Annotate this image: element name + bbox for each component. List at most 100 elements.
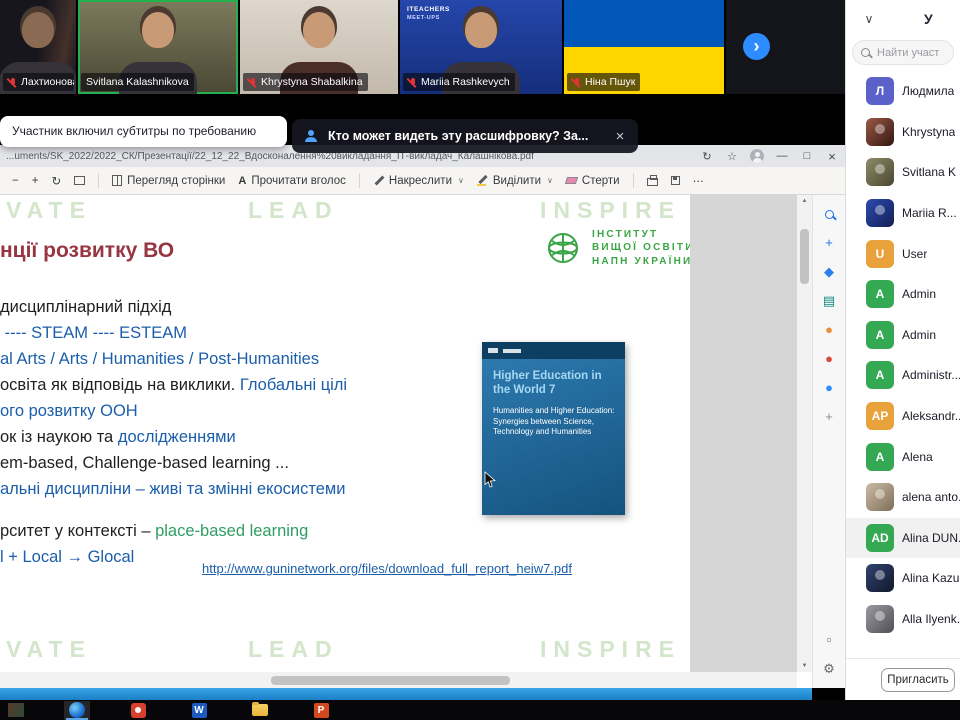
red-app-icon[interactable]: [125, 701, 151, 720]
maximize-button[interactable]: □: [800, 150, 814, 162]
next-participants-button[interactable]: ›: [743, 33, 770, 60]
print-button[interactable]: [647, 175, 658, 186]
zoom-in-button[interactable]: +: [32, 175, 39, 187]
app-thumbnail-icon[interactable]: [3, 701, 29, 720]
read-aloud-button[interactable]: A Прочитати вголос: [238, 175, 346, 187]
zoom-out-button[interactable]: −: [12, 175, 19, 187]
scroll-down-icon[interactable]: ▼: [802, 660, 808, 672]
draw-button[interactable]: Накреслити ∨: [373, 175, 464, 187]
logo-text: ІНСТИТУТВИЩОЇ ОСВІТИНАПН УКРАЇНИ: [592, 228, 690, 269]
book-title: Higher Education in the World 7: [493, 369, 615, 397]
notebook-icon[interactable]: ▤: [820, 292, 838, 310]
games-icon[interactable]: ●: [820, 350, 838, 368]
powerpoint-icon[interactable]: P: [308, 701, 334, 720]
close-button[interactable]: ×: [825, 149, 839, 164]
browser-tools-icon[interactable]: ●: [820, 379, 838, 397]
watermark-text: VATE: [6, 197, 92, 224]
mouse-cursor: [484, 471, 496, 488]
customize-panel-icon[interactable]: ▫: [820, 631, 838, 649]
participant-row[interactable]: UUser: [846, 233, 960, 274]
participant-row[interactable]: Alina Kazu...: [846, 558, 960, 599]
invite-button[interactable]: Пригласить: [881, 668, 955, 692]
participant-row[interactable]: ADAlina DUN...: [846, 518, 960, 559]
participant-name: Mariia R...: [902, 206, 957, 220]
rotate-button[interactable]: ↻: [51, 174, 61, 188]
participant-name-label: Mariia Rashkevych: [403, 73, 515, 91]
scrollbar-thumb[interactable]: [800, 229, 809, 284]
scroll-up-icon[interactable]: ▲: [802, 195, 808, 207]
video-strip: Лахтионова Svitlana Kalashnikova Khrystyna…: [0, 0, 845, 94]
tooltip-close-icon[interactable]: ×: [612, 128, 628, 145]
participant-search[interactable]: [852, 40, 954, 65]
participant-row[interactable]: Svitlana K: [846, 152, 960, 193]
tooltip-text: Кто может видеть эту расшифровку? За...: [328, 129, 588, 143]
participant-avatar: A: [866, 443, 894, 471]
participant-row[interactable]: alena anto...: [846, 477, 960, 518]
erase-button[interactable]: Стерти: [566, 175, 620, 187]
participant-name: Alena: [902, 450, 933, 464]
scrollbar-thumb[interactable]: [271, 676, 510, 685]
edge-browser-icon[interactable]: [64, 701, 90, 720]
settings-gear-icon[interactable]: ⚙: [820, 660, 838, 678]
report-link[interactable]: http://www.guninetwork.org/files/downloa…: [202, 561, 572, 576]
taskbar: WP: [0, 700, 960, 720]
page-view-button[interactable]: Перегляд сторінки: [112, 175, 225, 187]
word-icon[interactable]: W: [186, 701, 212, 720]
participant-row[interactable]: APAleksandr...: [846, 396, 960, 437]
save-button[interactable]: [671, 176, 680, 185]
participant-row[interactable]: Alla Ilyenk...: [846, 599, 960, 640]
participant-avatar: [866, 605, 894, 633]
refresh-icon[interactable]: ↻: [700, 150, 714, 163]
file-explorer-icon[interactable]: [247, 701, 273, 720]
bing-diamond-icon[interactable]: ◆: [820, 263, 838, 281]
participant-row[interactable]: AAdmin: [846, 315, 960, 356]
favorite-star-icon[interactable]: ☆: [725, 150, 739, 163]
search-input[interactable]: [875, 46, 945, 60]
participant-avatar: U: [866, 240, 894, 268]
shopping-icon[interactable]: ●: [820, 321, 838, 339]
slide-text-line: ---- STEAM ---- ESTEAM: [0, 320, 480, 346]
participant-name: Khrystyna: [902, 125, 955, 139]
logo-line: НАПН УКРАЇНИ: [592, 255, 690, 269]
minimize-button[interactable]: —: [775, 150, 789, 162]
participant-name: Administr...: [902, 368, 960, 382]
slide-text-line: освіта як відповідь на виклики. Глобальн…: [0, 372, 480, 398]
toolbar-divider: [359, 173, 360, 188]
slide-body: дисциплінарний підхід ---- STEAM ---- ES…: [0, 294, 480, 570]
collapse-chevron-icon[interactable]: ∨: [858, 9, 880, 29]
participant-row[interactable]: ЛЛюдмила: [846, 71, 960, 112]
vertical-scrollbar[interactable]: ▲ ▼: [797, 195, 812, 672]
participant-row[interactable]: Mariia R...: [846, 193, 960, 234]
pen-icon: [373, 175, 384, 186]
participant-name: Svitlana K: [902, 165, 956, 179]
search-icon: [825, 210, 834, 219]
participant-row[interactable]: AAdministr...: [846, 355, 960, 396]
video-tile[interactable]: Svitlana Kalashnikova: [78, 0, 238, 94]
video-tile[interactable]: Khrystyna Shabalkina: [240, 0, 398, 94]
profile-icon[interactable]: [750, 149, 764, 163]
fit-page-button[interactable]: [74, 176, 85, 185]
participant-name-label: Ніна Пшук: [567, 73, 640, 91]
video-tile[interactable]: ITEACHERSMEET-UPSMariia Rashkevych: [400, 0, 562, 94]
participant-row[interactable]: A Alena: [846, 436, 960, 477]
more-tools-button[interactable]: ⋯: [693, 174, 705, 188]
participant-name: Alina Kazu...: [902, 571, 960, 585]
slide-text-line: al Arts / Arts / Humanities / Post-Human…: [0, 346, 480, 372]
zoom-in-icon: +: [32, 175, 39, 187]
institute-logo: ІНСТИТУТВИЩОЇ ОСВІТИНАПН УКРАЇНИ: [541, 226, 690, 270]
search-icon[interactable]: [820, 205, 838, 223]
screen: Лахтионова Svitlana Kalashnikova Khrystyna…: [0, 0, 960, 720]
highlight-button[interactable]: Виділити ∨: [477, 175, 553, 187]
muted-mic-icon: [408, 77, 417, 88]
horizontal-scrollbar[interactable]: [0, 672, 797, 688]
add-tool-icon[interactable]: +: [820, 408, 838, 426]
participant-row[interactable]: Khrystyna: [846, 112, 960, 153]
video-tile[interactable]: Ніна Пшук: [564, 0, 724, 94]
participant-row[interactable]: AAdmin: [846, 274, 960, 315]
participant-name-label: Svitlana Kalashnikova: [81, 73, 194, 91]
page-view-icon: [112, 175, 122, 186]
book-cover: Higher Education in the World 7 Humaniti…: [482, 342, 625, 515]
video-tile[interactable]: Лахтионова: [0, 0, 76, 94]
panel-title: У: [924, 11, 933, 27]
collections-plus-icon[interactable]: +: [820, 234, 838, 252]
